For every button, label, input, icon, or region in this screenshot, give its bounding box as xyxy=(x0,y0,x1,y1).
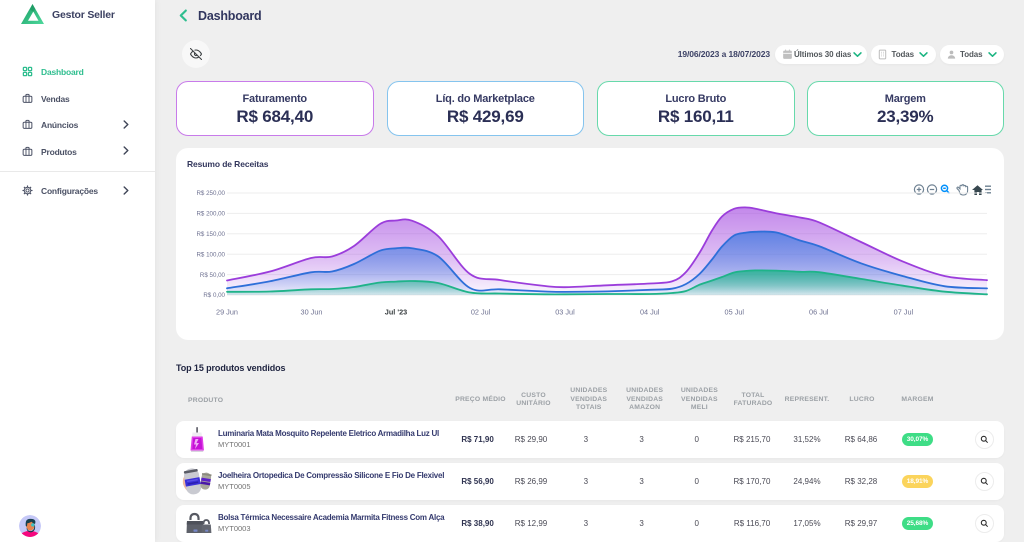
svg-text:07 Jul: 07 Jul xyxy=(894,308,914,317)
svg-text:R$ 50,00: R$ 50,00 xyxy=(200,272,226,279)
svg-text:06 Jul: 06 Jul xyxy=(809,308,829,317)
svg-text:R$ 150,00: R$ 150,00 xyxy=(196,231,225,238)
svg-text:R$ 200,00: R$ 200,00 xyxy=(196,211,225,218)
svg-text:05 Jul: 05 Jul xyxy=(725,308,745,317)
svg-text:03 Jul: 03 Jul xyxy=(555,308,575,317)
svg-text:Jul '23: Jul '23 xyxy=(385,308,407,317)
svg-text:R$ 100,00: R$ 100,00 xyxy=(196,251,225,258)
svg-text:R$ 0,00: R$ 0,00 xyxy=(203,292,225,299)
svg-text:29 Jun: 29 Jun xyxy=(216,308,238,317)
svg-text:30 Jun: 30 Jun xyxy=(301,308,323,317)
svg-text:R$ 250,00: R$ 250,00 xyxy=(196,190,225,197)
svg-text:02 Jul: 02 Jul xyxy=(471,308,491,317)
svg-text:04 Jul: 04 Jul xyxy=(640,308,660,317)
